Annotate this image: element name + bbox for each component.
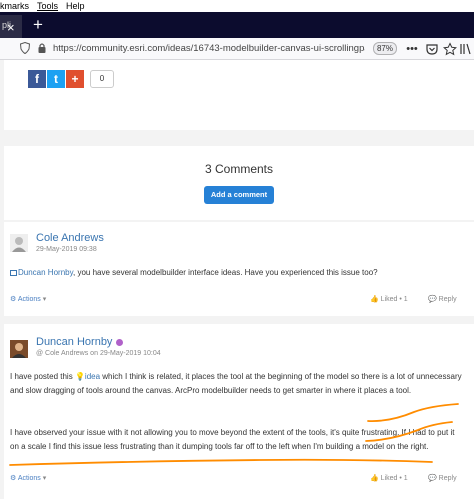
liked-label: Liked • 1 (380, 296, 408, 303)
mention-link[interactable]: Duncan Hornby (18, 268, 73, 277)
gear-icon: ⚙ (10, 475, 18, 482)
comment-duncan-hornby: Duncan Hornby @ Cole Andrews on 29-May-2… (4, 324, 474, 499)
navigation-bar: https://community.esri.com/ideas/16743-m… (0, 38, 474, 60)
reply-button[interactable]: 💬 Reply (428, 294, 457, 306)
thumbs-up-icon: 👍 (370, 475, 381, 482)
reply-label: Reply (438, 475, 457, 482)
reply-icon: 💬 (428, 475, 439, 482)
like-button[interactable]: 👍 Liked • 1 (370, 473, 408, 485)
menu-help[interactable]: Help (66, 0, 85, 12)
shield-icon[interactable] (20, 42, 30, 54)
actions-label: Actions (17, 296, 41, 303)
new-tab-button[interactable]: + (33, 15, 43, 35)
menu-bookmarks[interactable]: kmarks (0, 0, 29, 12)
pocket-icon[interactable] (425, 41, 439, 57)
plus-share-button[interactable]: + (66, 70, 84, 88)
badge-icon (115, 338, 123, 346)
chevron-down-icon: ▾ (40, 475, 47, 482)
avatar[interactable] (10, 234, 28, 252)
comment-body: Duncan Hornby, you have several modelbui… (10, 266, 465, 280)
comment-paragraph-2: I have observed your issue with it not a… (10, 426, 465, 454)
author-name[interactable]: Duncan Hornby (36, 336, 112, 348)
gear-icon: ⚙ (10, 296, 18, 303)
liked-label: Liked • 1 (380, 475, 408, 482)
facebook-share-button[interactable]: f (28, 70, 46, 88)
comment-paragraph-1: I have posted this 💡idea which I think i… (10, 370, 465, 398)
paragraph-text: I have posted this (10, 372, 73, 381)
zoom-level[interactable]: 87% (373, 42, 397, 55)
comment-author[interactable]: Cole Andrews (36, 232, 104, 244)
avatar[interactable] (10, 340, 28, 358)
actions-menu[interactable]: ⚙ Actions ▾ (10, 294, 46, 306)
page-actions-icon[interactable]: ••• (405, 41, 419, 57)
comments-count-title: 3 Comments (204, 162, 274, 176)
comment-date: 29-May-2019 10:04 (99, 350, 161, 357)
library-icon[interactable] (459, 41, 473, 57)
share-count: 0 (90, 70, 114, 88)
comment-text: , you have several modelbuilder interfac… (73, 268, 378, 277)
reply-icon: 💬 (428, 296, 439, 303)
page-content: f t + 0 3 Comments Add a comment Cole An… (0, 60, 474, 499)
menu-bar: kmarks Tools Help (0, 0, 474, 12)
reply-to: @ Cole Andrews on (36, 350, 98, 357)
reply-button[interactable]: 💬 Reply (428, 473, 457, 485)
comment-meta: @ Cole Andrews on 29-May-2019 10:04 (36, 350, 161, 357)
actions-menu[interactable]: ⚙ Actions ▾ (10, 473, 46, 485)
comments-header-card: 3 Comments Add a comment (4, 146, 474, 220)
chevron-down-icon: ▾ (40, 296, 47, 303)
browser-tab[interactable]: pli × (0, 15, 22, 38)
reply-label: Reply (438, 296, 457, 303)
comment-date: 29-May-2019 09:38 (36, 246, 97, 253)
comment-cole-andrews: Cole Andrews 29-May-2019 09:38 Duncan Ho… (4, 222, 474, 316)
url-field[interactable]: https://community.esri.com/ideas/16743-m… (53, 41, 365, 57)
lock-icon[interactable] (37, 42, 47, 54)
tab-bar: pli × + (0, 12, 474, 38)
actions-label: Actions (17, 475, 41, 482)
like-button[interactable]: 👍 Liked • 1 (370, 294, 408, 306)
share-card: f t + 0 (4, 60, 474, 130)
add-comment-button[interactable]: Add a comment (204, 186, 274, 204)
thumbs-up-icon: 👍 (370, 296, 381, 303)
tab-close-icon[interactable]: × (7, 19, 15, 37)
idea-link[interactable]: idea (85, 372, 100, 381)
bookmark-star-icon[interactable] (443, 41, 457, 57)
comment-author[interactable]: Duncan Hornby (36, 336, 123, 348)
mention-icon (10, 269, 17, 276)
idea-icon: 💡 (74, 372, 85, 381)
paragraph-text: I have observed your issue with it not a… (10, 428, 455, 451)
menu-tools[interactable]: Tools (37, 0, 58, 12)
twitter-share-button[interactable]: t (47, 70, 65, 88)
